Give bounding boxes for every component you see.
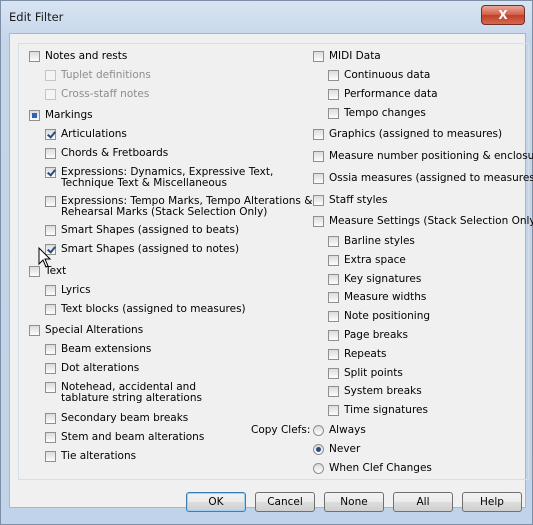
checkbox-box[interactable] <box>328 70 339 81</box>
checkbox-label: Performance data <box>344 88 438 100</box>
checkbox-box[interactable] <box>328 311 339 322</box>
checkbox-label: Markings <box>45 109 93 121</box>
checkbox-box[interactable] <box>45 225 56 236</box>
checkbox-box[interactable] <box>328 236 339 247</box>
none-button[interactable]: None <box>324 492 384 512</box>
checkbox-box[interactable] <box>45 413 56 424</box>
checkbox-label: Chords & Fretboards <box>61 147 169 159</box>
checkbox-label: Graphics (assigned to measures) <box>329 128 503 140</box>
checkbox-box[interactable] <box>328 108 339 119</box>
checkbox-label: Page breaks <box>344 329 408 341</box>
checkbox-box[interactable] <box>313 151 324 162</box>
checkbox-label: Secondary beam breaks <box>61 412 189 424</box>
checkbox-box[interactable] <box>45 432 56 443</box>
checkbox-label: Notes and rests <box>45 50 128 62</box>
checkbox-label: Lyrics <box>61 284 91 296</box>
checkbox-label: Text blocks (assigned to measures) <box>61 303 246 315</box>
copy-clefs-label: Copy Clefs: <box>251 424 311 436</box>
all-button[interactable]: All <box>393 492 453 512</box>
checkbox-label: MIDI Data <box>329 50 381 62</box>
checkbox-box[interactable] <box>328 349 339 360</box>
checkbox-box[interactable] <box>29 110 40 121</box>
checkbox-box[interactable] <box>328 255 339 266</box>
window-title: Edit Filter <box>9 10 64 24</box>
checkbox-label: Repeats <box>344 348 387 360</box>
checkbox-box[interactable] <box>29 51 40 62</box>
checkbox-label: Smart Shapes (assigned to beats) <box>61 224 240 236</box>
checkbox-box[interactable] <box>45 285 56 296</box>
checkbox-box[interactable] <box>45 148 56 159</box>
checkbox-label-line2: tablature string alterations <box>61 392 202 404</box>
checkbox-label: Tie alterations <box>61 450 137 462</box>
checkbox-label: Special Alterations <box>45 324 144 336</box>
checkbox-label: Beam extensions <box>61 343 152 355</box>
checkbox-label: Split points <box>344 367 403 379</box>
checkbox-box[interactable] <box>45 196 56 207</box>
checkbox-label: Measure Settings (Stack Selection Only) <box>329 215 533 227</box>
checkbox-label: Measure number positioning & enclosures <box>329 150 533 162</box>
checkbox-box[interactable] <box>313 51 324 62</box>
checkbox-label-line2: Technique Text & Miscellaneous <box>61 177 227 189</box>
checkbox-label: Smart Shapes (assigned to notes) <box>61 243 240 255</box>
radio-label: Always <box>329 424 366 436</box>
checkbox-label: Measure widths <box>344 291 427 303</box>
radio-label: Never <box>329 443 361 455</box>
checkbox-box[interactable] <box>29 325 40 336</box>
checkbox-box[interactable] <box>45 89 56 100</box>
checkbox-box[interactable] <box>328 274 339 285</box>
edit-filter-window: Edit Filter X Notes and rests Tuplet defi… <box>0 0 533 525</box>
checkbox-box[interactable] <box>45 167 56 178</box>
checkbox-label-line2: Rehearsal Marks (Stack Selection Only) <box>61 206 268 218</box>
checkbox-label: Staff styles <box>329 194 388 206</box>
help-button[interactable]: Help <box>462 492 522 512</box>
checkbox-box[interactable] <box>45 451 56 462</box>
mouse-cursor-icon <box>38 247 52 268</box>
checkbox-label: Cross-staff notes <box>61 88 150 100</box>
checkbox-box[interactable] <box>313 195 324 206</box>
checkbox-label: Stem and beam alterations <box>61 431 205 443</box>
radio-circle[interactable] <box>313 425 324 436</box>
checkbox-label: Continuous data <box>344 69 431 81</box>
radio-circle[interactable] <box>313 463 324 474</box>
checkbox-label: Dot alterations <box>61 362 140 374</box>
checkbox-box[interactable] <box>45 344 56 355</box>
checkbox-box[interactable] <box>45 304 56 315</box>
checkbox-label: Time signatures <box>344 404 428 416</box>
checkbox-box[interactable] <box>328 292 339 303</box>
checkbox-box[interactable] <box>328 89 339 100</box>
title-bar[interactable]: Edit Filter X <box>1 1 533 33</box>
radio-label: When Clef Changes <box>329 462 432 474</box>
checkbox-label: System breaks <box>344 385 422 397</box>
checkbox-label: Tempo changes <box>344 107 426 119</box>
checkbox-box[interactable] <box>45 70 56 81</box>
checkbox-box[interactable] <box>313 216 324 227</box>
radio-circle[interactable] <box>313 444 324 455</box>
checkbox-box[interactable] <box>328 368 339 379</box>
checkbox-box[interactable] <box>313 129 324 140</box>
checkbox-box[interactable] <box>328 330 339 341</box>
close-button[interactable]: X <box>481 5 525 25</box>
close-icon: X <box>498 8 508 22</box>
checkbox-box[interactable] <box>328 386 339 397</box>
ok-button[interactable]: OK <box>186 492 246 512</box>
checkbox-box[interactable] <box>45 129 56 140</box>
checkbox-box[interactable] <box>45 363 56 374</box>
cancel-button[interactable]: Cancel <box>255 492 315 512</box>
checkbox-label: Extra space <box>344 254 406 266</box>
checkbox-label: Ossia measures (assigned to measures) <box>329 172 533 184</box>
checkbox-label: Note positioning <box>344 310 431 322</box>
checkbox-box[interactable] <box>313 173 324 184</box>
checkbox-label: Tuplet definitions <box>61 69 151 81</box>
checkbox-box[interactable] <box>328 405 339 416</box>
checkbox-label: Key signatures <box>344 273 422 285</box>
checkbox-label: Articulations <box>61 128 127 140</box>
checkbox-label: Barline styles <box>344 235 415 247</box>
checkbox-box[interactable] <box>45 382 56 393</box>
